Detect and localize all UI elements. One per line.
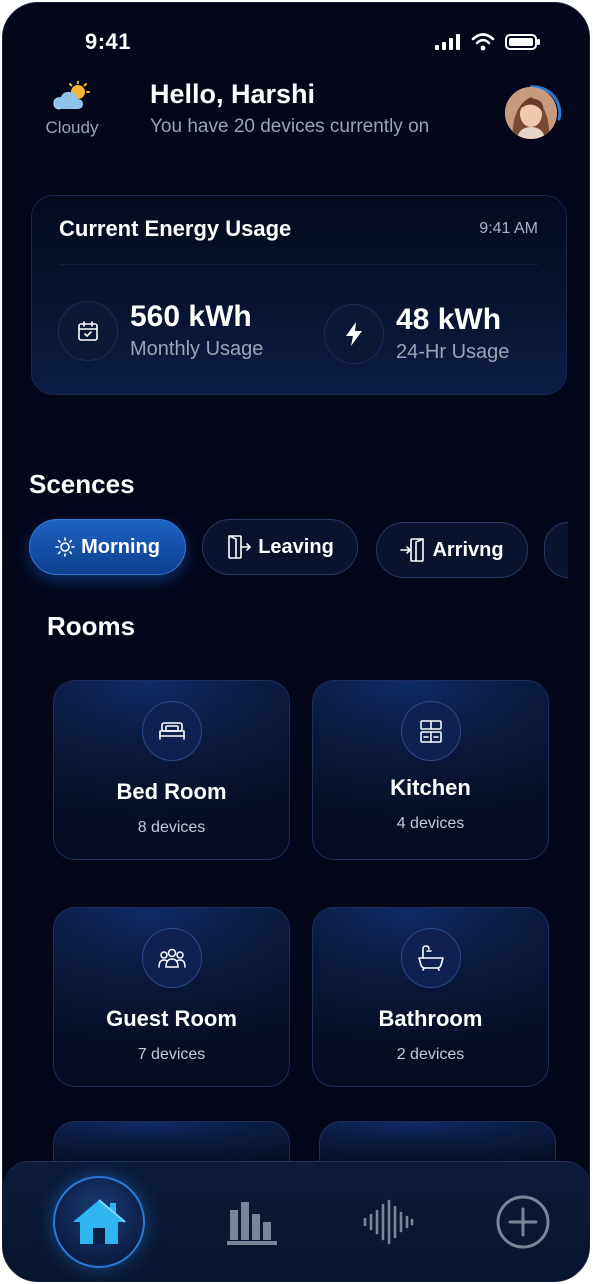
monthly-usage-label: Monthly Usage	[130, 338, 264, 360]
scene-arriving[interactable]: Arrivng	[376, 522, 528, 578]
weather-widget: Cloudy	[39, 80, 105, 138]
nav-home-button[interactable]	[53, 1176, 145, 1268]
energy-usage-card[interactable]: Current Energy Usage 9:41 AM 560 kWh Mon…	[31, 195, 567, 395]
profile-avatar[interactable]	[501, 81, 565, 145]
weather-label: Cloudy	[45, 118, 99, 137]
room-device-count: 4 devices	[396, 815, 465, 832]
energy-time: 9:41 AM	[479, 220, 538, 237]
room-card-guest-room[interactable]: Guest Room 7 devices	[53, 907, 290, 1087]
plus-circle-icon	[496, 1195, 550, 1249]
status-icons	[435, 33, 541, 51]
energy-title: Current Energy Usage	[59, 216, 292, 241]
status-time: 9:41	[85, 29, 132, 54]
sun-icon	[55, 537, 75, 557]
battery-icon	[505, 34, 540, 50]
greeting-subtitle: You have 20 devices currently on	[150, 116, 430, 137]
room-device-count: 2 devices	[396, 1046, 465, 1063]
scene-leaving[interactable]: Leaving	[202, 519, 358, 575]
home-icon	[73, 1199, 126, 1244]
nav-voice-button[interactable]	[359, 1192, 417, 1252]
greeting-title: Hello, Harshi	[150, 79, 316, 109]
phone-screen: 9:41 Cloudy Hello, Harshi You have 20 de…	[2, 2, 590, 1282]
daily-usage-value: 48 kWh	[396, 303, 502, 336]
room-name: Guest Room	[106, 1006, 237, 1031]
avatar	[505, 87, 557, 139]
scene-label: Arrivng	[432, 538, 504, 561]
greeting: Hello, Harshi You have 20 devices curren…	[150, 79, 429, 138]
scene-label: Leaving	[258, 535, 334, 558]
room-card-bathroom[interactable]: Bathroom 2 devices	[312, 907, 549, 1087]
room-name: Bathroom	[378, 1006, 483, 1031]
daily-usage-metric: 48 kWh 24-Hr Usage	[324, 303, 509, 364]
bed-icon	[141, 701, 202, 761]
calendar-icon	[58, 300, 118, 361]
scene-more[interactable]	[544, 522, 568, 578]
scene-label: Morning	[81, 535, 160, 558]
bathtub-icon	[400, 928, 461, 988]
room-device-count: 8 devices	[137, 819, 206, 836]
bottom-navigation	[3, 1161, 589, 1281]
nav-stats-button[interactable]	[221, 1192, 283, 1252]
room-name: Bed Room	[116, 779, 227, 804]
daily-usage-label: 24-Hr Usage	[396, 341, 510, 363]
kitchen-icon	[400, 701, 461, 761]
scene-morning[interactable]: Morning	[29, 519, 186, 575]
divider	[60, 264, 538, 265]
cloudy-sun-icon	[53, 80, 90, 110]
wifi-icon	[471, 33, 495, 51]
bar-chart-icon	[227, 1202, 277, 1245]
rooms-title: Rooms	[47, 611, 136, 641]
signal-icon	[435, 34, 460, 50]
door-enter-icon	[400, 538, 425, 562]
monthly-usage-metric: 560 kWh Monthly Usage	[58, 300, 263, 361]
people-icon	[141, 928, 202, 988]
room-card-bed-room[interactable]: Bed Room 8 devices	[53, 680, 290, 860]
sound-wave-icon	[363, 1199, 414, 1245]
scenes-title: Scences	[29, 469, 135, 499]
monthly-usage-value: 560 kWh	[130, 300, 252, 333]
room-device-count: 7 devices	[137, 1046, 206, 1063]
nav-add-button[interactable]	[493, 1192, 553, 1252]
door-exit-icon	[228, 535, 252, 559]
room-name: Kitchen	[390, 775, 471, 800]
room-card-kitchen[interactable]: Kitchen 4 devices	[312, 680, 549, 860]
lightning-icon	[324, 303, 384, 364]
